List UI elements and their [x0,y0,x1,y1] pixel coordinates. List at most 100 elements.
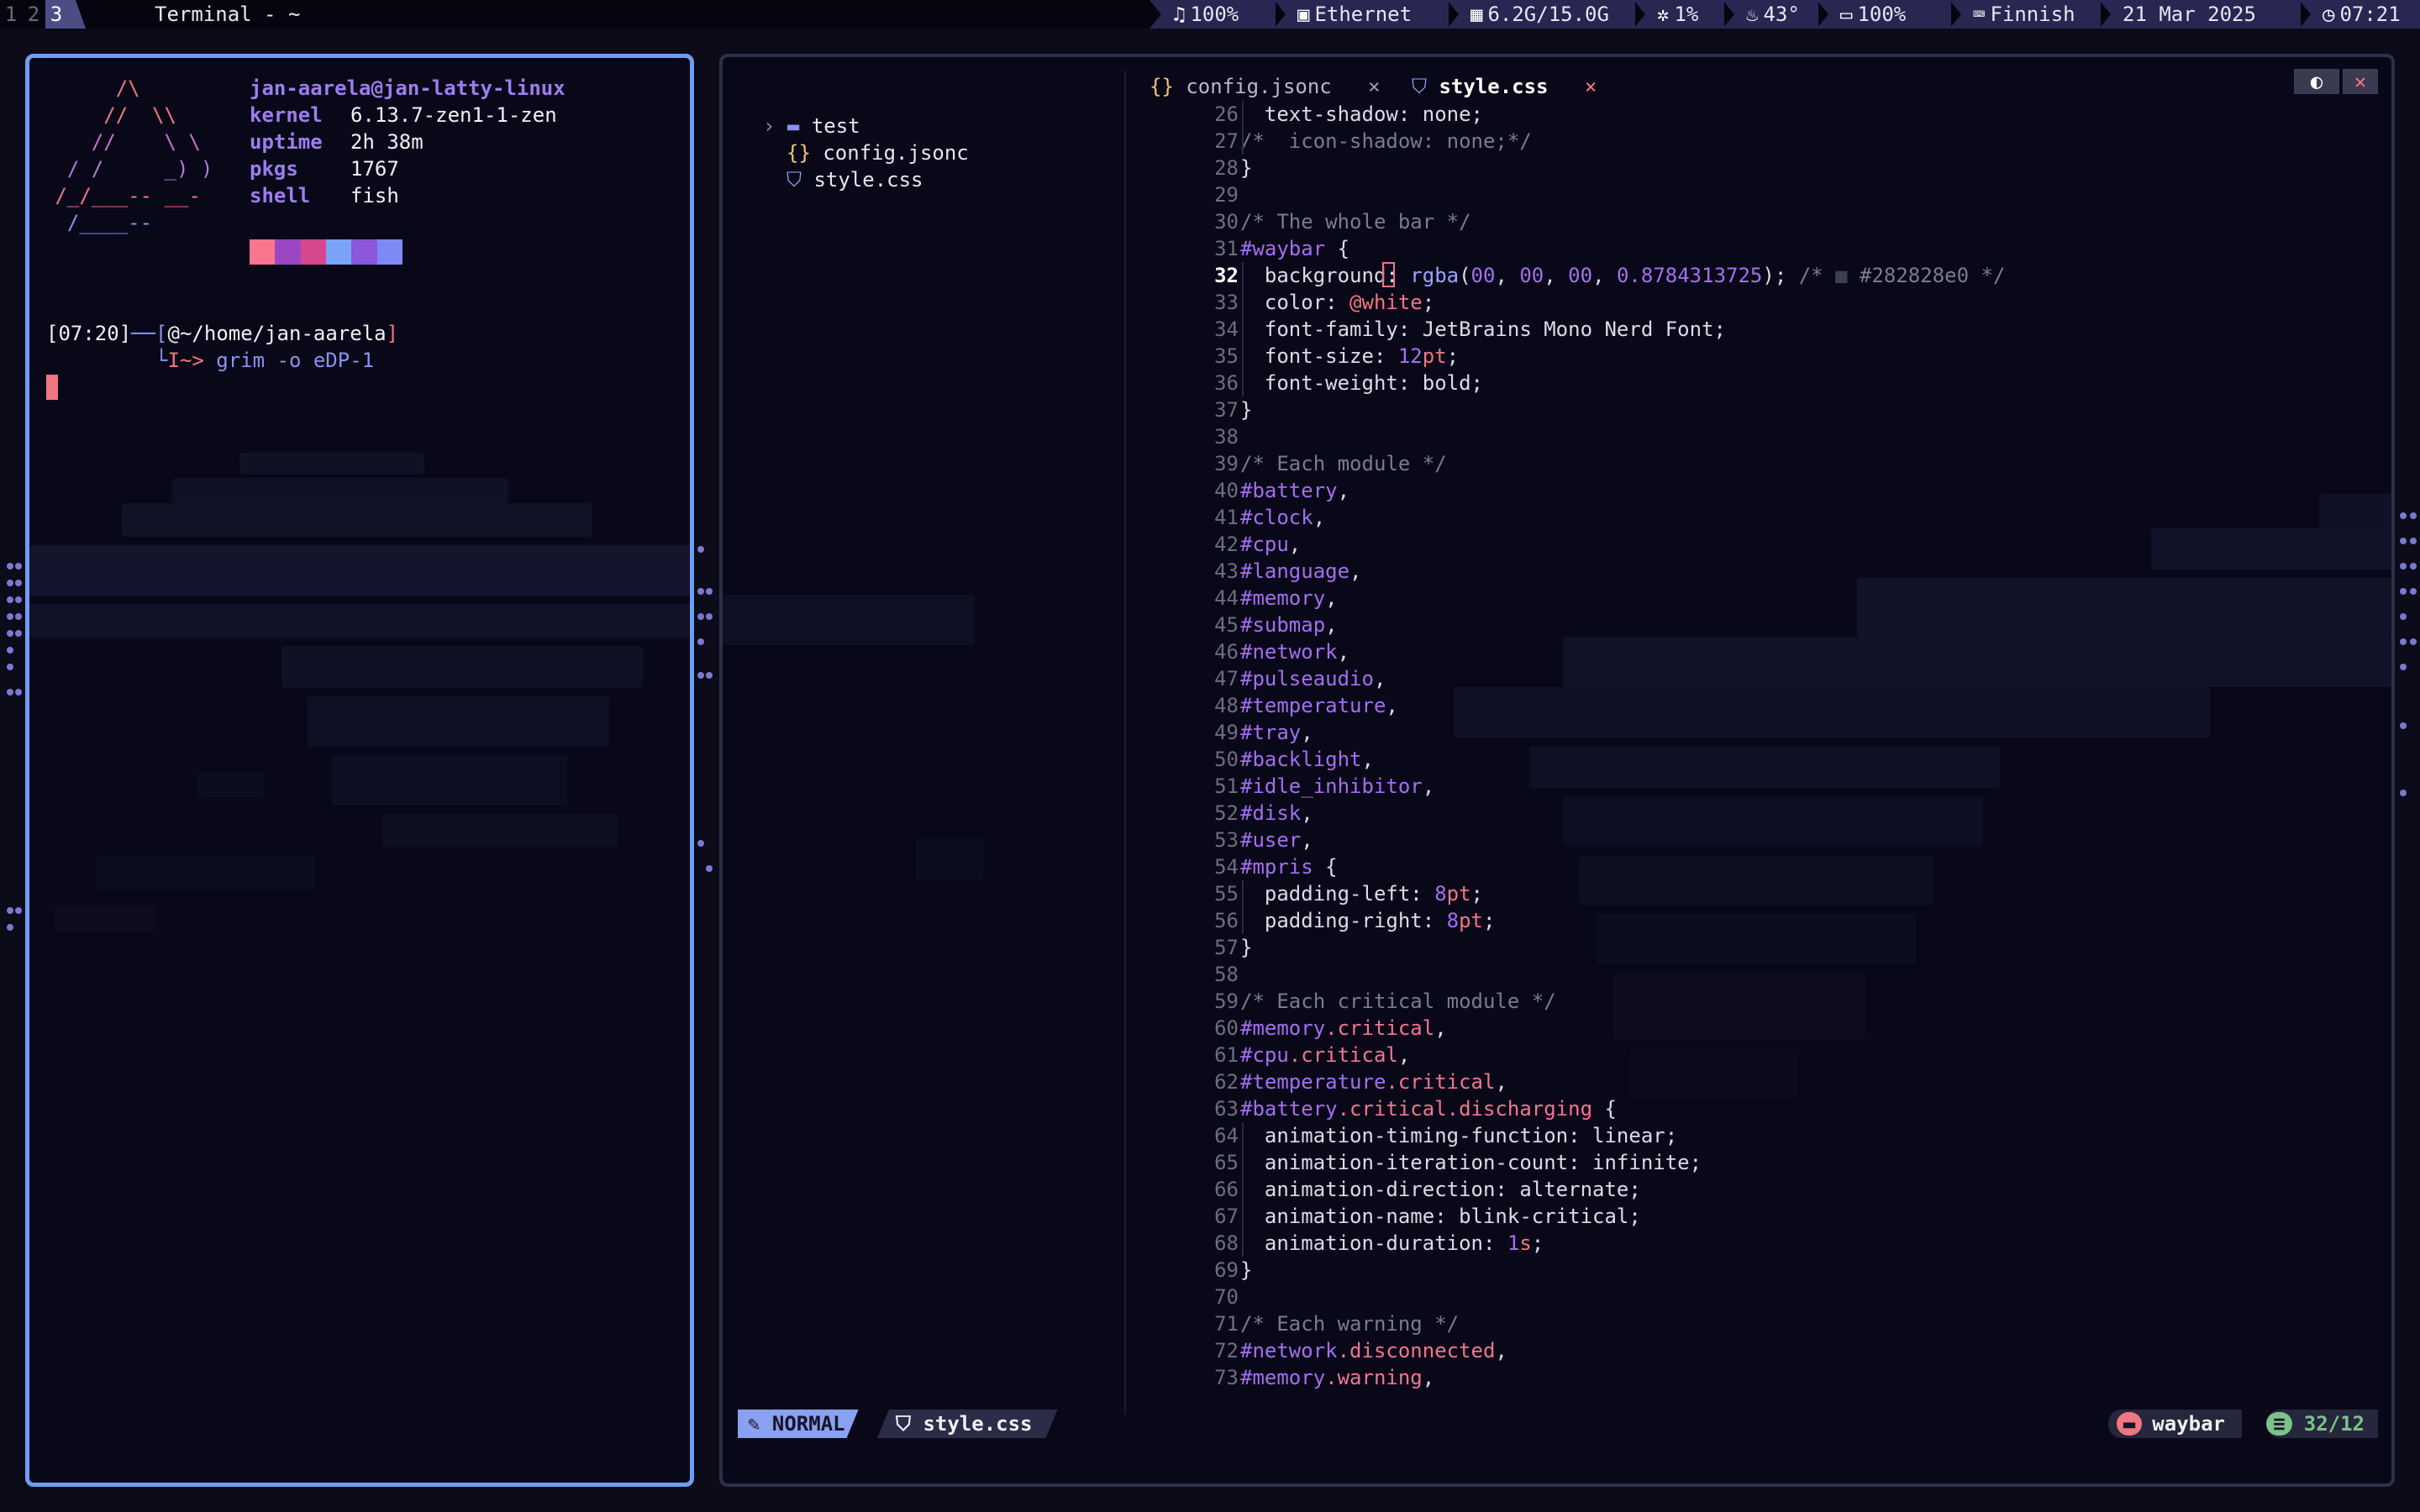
line-number: 72 [1214,1339,1239,1362]
module-cpu[interactable]: ✲ 1% [1634,0,1724,29]
module-thermometer[interactable]: ♨ 43° [1723,0,1818,29]
code-token: , [1349,559,1362,583]
tree-item-config.jsonc[interactable]: {} config.jsonc [786,139,969,166]
code-line: /* Each critical module */ [1240,988,1556,1015]
dot [2400,588,2407,595]
dot [2400,638,2407,645]
line-number: 44 [1214,586,1239,610]
terminal-cursor [46,375,58,400]
code-token: 00 [1470,264,1496,287]
code-line: animation-iteration-count: infinite; [1240,1149,1702,1176]
module-clock[interactable]: ◷ 07:21 [2299,0,2420,29]
editor-window[interactable]: › ▬ test{} config.jsonc ⛉ style.css {} co… [719,54,2395,1487]
module-memory[interactable]: ▦ 6.2G/15.0G [1447,0,1635,29]
close-icon[interactable]: × [1368,75,1380,98]
line-number: 30 [1214,210,1239,234]
line-number: 66 [1214,1178,1239,1201]
dot [15,580,22,586]
code-token: #tray [1240,721,1302,744]
tab-label: config.jsonc [1186,75,1332,98]
line-number: 49 [1214,721,1239,744]
code-line: color: @white; [1240,289,1434,316]
code-token: , [1325,586,1338,610]
workspace-1[interactable]: 1 [0,0,22,29]
workspace-3[interactable]: 3 [45,0,67,29]
code-token: text-shadow: none; [1240,102,1483,126]
code-line: #cpu.critical, [1240,1042,1410,1068]
code-token: #clock [1240,506,1313,529]
indent-guide [1242,262,1244,289]
toggle-icon[interactable]: ◐ [2294,69,2339,94]
chevron-right-icon[interactable]: › [763,114,787,138]
css-file-icon: ⛉ [896,1412,923,1436]
line-number: 73 [1214,1366,1239,1389]
tab-config.jsonc[interactable]: {} config.jsonc × [1150,72,1381,101]
code-line: animation-direction: alternate; [1240,1176,1641,1203]
window-title: Terminal - ~ [155,3,301,26]
ascii-line: // \\ [43,103,176,127]
dot [7,689,13,696]
indent-guide [1242,1176,1244,1203]
code-token: 0.8784313725 [1616,264,1763,287]
window-controls: ◐ ✕ [2294,69,2378,97]
code-line: padding-right: 8pt; [1240,907,1495,934]
code-token: s [1519,1231,1532,1255]
dot [7,563,13,570]
tree-item-test[interactable]: › ▬ test [763,113,860,139]
code-token: , [1337,640,1350,664]
module-headphones[interactable]: ♫ 100% [1150,0,1276,29]
code-line: #user, [1240,827,1313,853]
dot [697,588,704,595]
battery-icon: ▭ [1840,3,1853,26]
art-block [29,545,690,596]
command-line[interactable]: └I~> grim -o eDP-1 [155,347,374,374]
line-number: 64 [1214,1124,1239,1147]
module-keyboard[interactable]: ⌨ Finnish [1949,0,2101,29]
code-token: font-weight: bold; [1240,371,1483,395]
code-token: /* Each module */ [1240,452,1447,475]
indent-guide [1242,907,1244,934]
module-calendar[interactable]: 21 Mar 2025 [2099,0,2301,29]
line-number: 59 [1214,990,1239,1013]
color-swatch [351,239,377,265]
color-swatch [376,239,402,265]
prompt-line: [07:20]──[@~/home/jan-aarela] [46,320,398,347]
line-number: 31 [1214,237,1239,260]
indent-guide [1242,316,1244,343]
module-text: 6.2G/15.0G [1487,3,1609,26]
module-battery[interactable]: ▭ 100% [1817,0,1951,29]
code-token: @white [1349,291,1423,314]
dot [2410,588,2417,595]
code-token: animation-duration: [1240,1231,1507,1255]
module-ethernet[interactable]: ▣ Ethernet [1274,0,1449,29]
dot [697,613,704,620]
line-number: 50 [1214,748,1239,771]
code-token: rgba [1410,264,1460,287]
art-block [1597,914,1916,964]
code-line: #memory, [1240,585,1338,612]
terminal-window[interactable]: /\ // \\ // \ \ / / _) ) /_/___-- __- /_… [25,54,694,1487]
code-token: , [1592,264,1617,287]
dot [706,613,713,620]
code-line: font-family: JetBrains Mono Nerd Font; [1240,316,1726,343]
line-number: 57 [1214,936,1239,959]
code-token: #battery [1240,1097,1338,1121]
code-line: #language, [1240,558,1362,585]
code-line: font-weight: bold; [1240,370,1483,396]
close-icon[interactable]: ✕ [2343,69,2378,94]
user-host: jan-aarela@jan-latty-linux [250,76,566,100]
code-token: color: [1240,291,1350,314]
tab-style.css[interactable]: ⛉ style.css × [1412,72,1597,101]
code-token: #idle_inhibitor [1240,774,1423,798]
workspace-2[interactable]: 2 [23,0,45,29]
line-number: 46 [1214,640,1239,664]
close-icon[interactable]: × [1585,75,1597,98]
code-token: , [1301,721,1313,744]
code-token: #memory [1240,586,1326,610]
code-token: 8 [1434,882,1447,906]
ascii-line: /\ [43,76,140,100]
tree-item-style.css[interactable]: ⛉ style.css [786,166,923,193]
dot [2400,538,2407,544]
line-number: 51 [1214,774,1239,798]
line-number: 47 [1214,667,1239,690]
